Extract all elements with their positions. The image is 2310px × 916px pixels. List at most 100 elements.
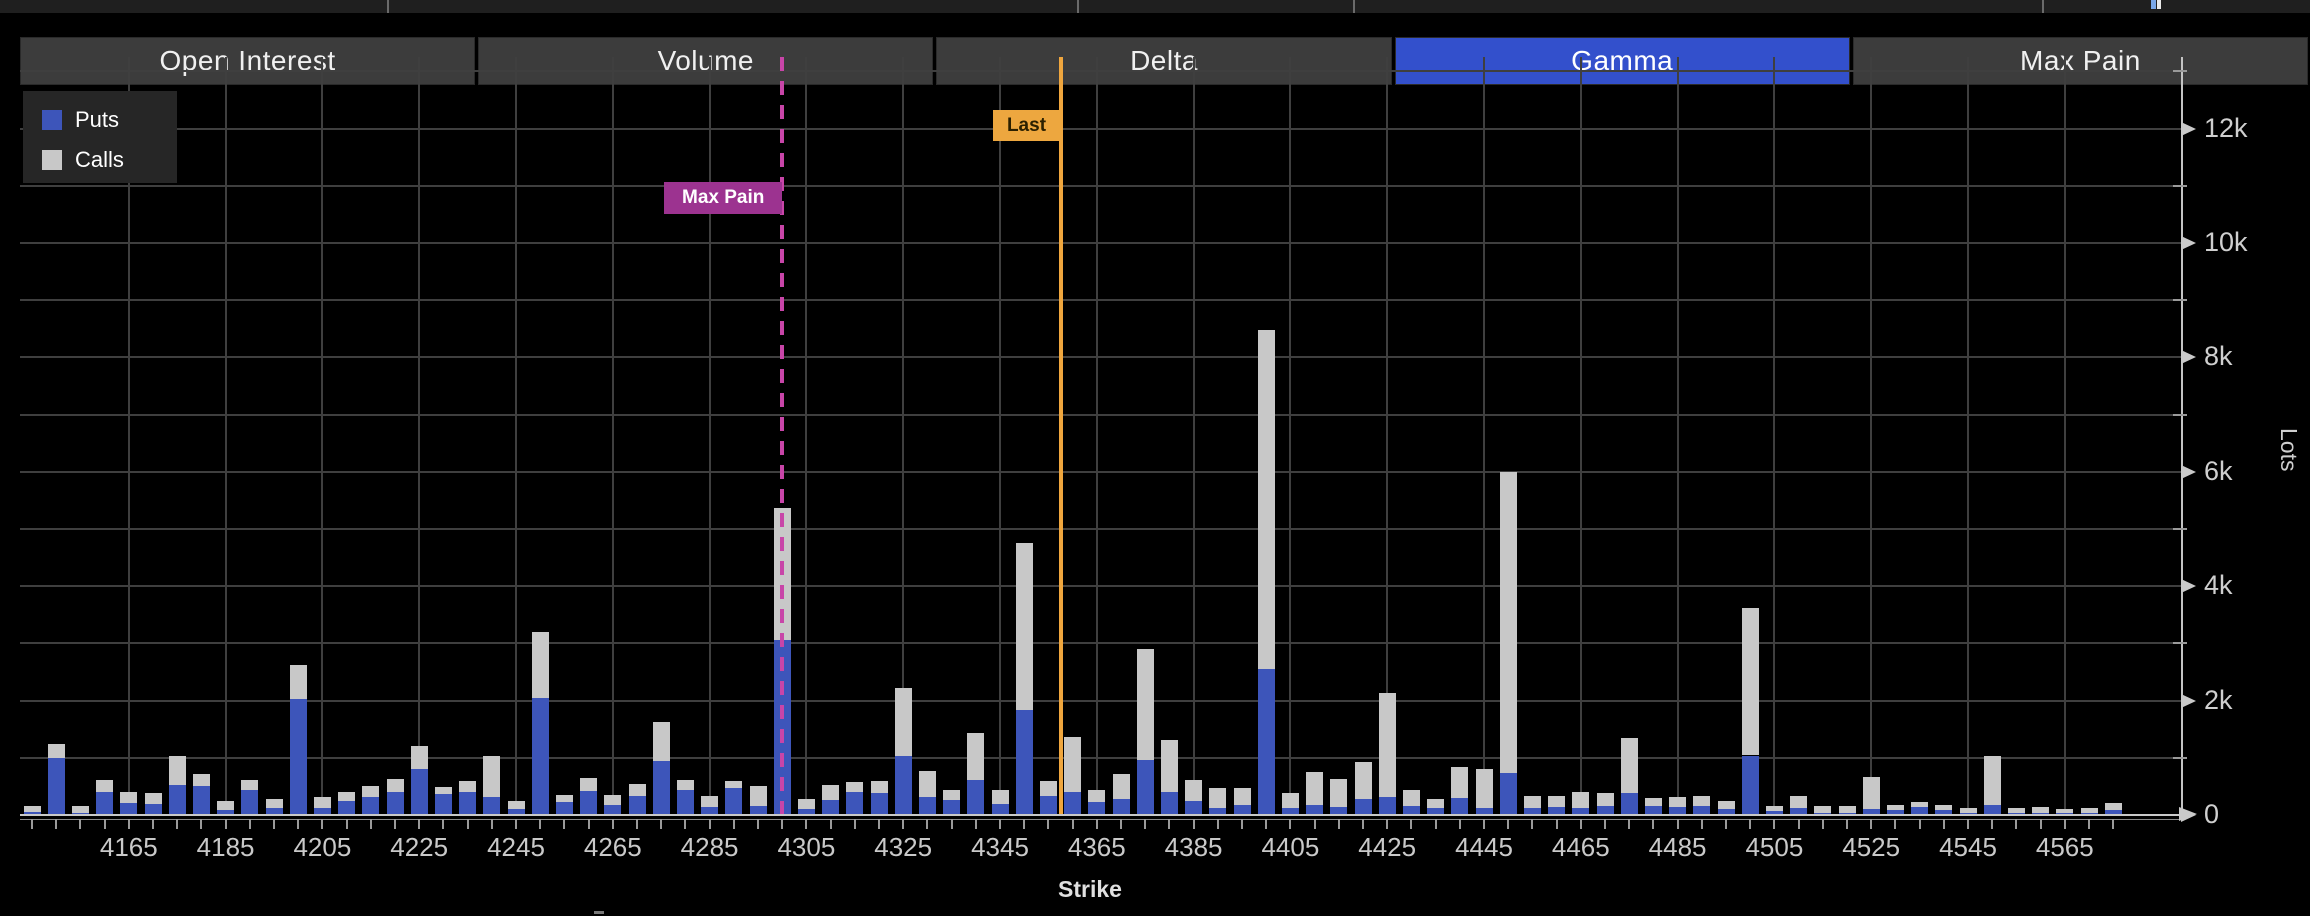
calls-bar-4435: [1427, 798, 1445, 808]
x-axis-line: [20, 814, 2185, 816]
x-tick: [1120, 819, 1122, 829]
calls-bar-4150: [47, 744, 65, 758]
calls-bar-4175: [168, 756, 186, 785]
x-tick: [2063, 819, 2066, 829]
puts-bar-4320: [870, 792, 888, 815]
x-tick: [2015, 819, 2018, 829]
x-tick-label: 4365: [1067, 832, 1126, 862]
calls-bar-4170: [144, 793, 162, 805]
h-gridline: [20, 299, 2181, 302]
x-tick: [853, 819, 856, 829]
calls-bar-4365: [1088, 789, 1106, 802]
calls-bar-4325: [894, 688, 912, 756]
puts-bar-4335: [943, 800, 961, 815]
x-tick: [878, 819, 880, 829]
x-tick: [999, 819, 1001, 829]
x-tick: [79, 819, 82, 829]
x-tick: [2088, 819, 2090, 829]
x-tick: [55, 819, 58, 829]
calls-bar-4255: [555, 794, 573, 803]
calls-bar-4215: [362, 785, 380, 798]
calls-bar-4375: [1136, 649, 1154, 760]
puts-bar-4215: [362, 797, 380, 815]
puts-bar-4220: [386, 791, 404, 815]
calls-bar-4450: [1499, 472, 1517, 773]
x-tick: [611, 819, 614, 829]
puts-bar-4365: [1088, 801, 1106, 815]
calls-bar-4525: [1862, 776, 1880, 810]
x-tick: [1918, 819, 1921, 829]
x-tick: [1652, 819, 1655, 829]
v-gridline: [1095, 57, 1098, 815]
calls-bar-4235: [459, 780, 477, 793]
puts-bar-4260: [580, 790, 598, 815]
v-gridline: [224, 57, 227, 815]
calls-bar-4510: [1790, 795, 1808, 808]
y-tick-label: 8k: [2204, 341, 2233, 372]
calls-bar-4285: [701, 796, 719, 807]
x-tick: [297, 819, 300, 829]
calls-bar-4260: [580, 777, 598, 791]
gamma-chart: Max Pain Last 0 2k 4k 6k 8k 10k 12k 4165 4185 420…: [0, 0, 2310, 916]
x-tick: [2112, 819, 2115, 829]
calls-bar-4535: [1911, 802, 1929, 807]
x-tick: [490, 819, 493, 829]
puts-bar-4150: [47, 757, 65, 815]
calls-bar-4370: [1112, 774, 1130, 799]
x-tick: [1168, 819, 1171, 829]
puts-bar-4425: [1378, 797, 1396, 815]
x-tick: [1192, 819, 1195, 829]
x-tick: [1628, 819, 1631, 829]
calls-bar-4155: [71, 805, 89, 813]
x-tick: [442, 819, 445, 829]
bottom-tick-mark: [594, 911, 604, 914]
x-tick: [1241, 819, 1243, 829]
h-gridline: [20, 356, 2181, 359]
h-gridline: [20, 470, 2181, 473]
calls-bar-4315: [846, 782, 864, 793]
calls-swatch: [42, 150, 62, 170]
x-tick: [1458, 819, 1461, 829]
v-gridline: [1773, 57, 1776, 815]
x-tick: [1749, 819, 1752, 829]
x-tick: [321, 819, 324, 829]
calls-bar-4165: [120, 791, 138, 803]
x-tick: [805, 819, 808, 829]
puts-bar-4360: [1064, 791, 1082, 815]
chart-legend: Puts Calls: [23, 91, 177, 183]
v-gridline: [1967, 57, 1969, 815]
last-price-line: [1058, 57, 1063, 815]
puts-bar-4160: [96, 791, 114, 815]
calls-bar-4335: [943, 789, 961, 801]
calls-bar-4200: [289, 664, 307, 699]
calls-bar-4275: [652, 722, 670, 762]
y-minor-tick: [2173, 184, 2187, 187]
x-tick: [394, 819, 396, 829]
puts-legend-label: Puts: [75, 107, 120, 132]
calls-legend-label: Calls: [75, 147, 124, 172]
calls-bar-4445: [1475, 769, 1493, 808]
puts-bar-4200: [289, 698, 307, 815]
calls-bar-4400: [1257, 329, 1275, 669]
calls-bar-4430: [1402, 789, 1420, 807]
calls-bar-4225: [410, 746, 428, 770]
x-tick: [636, 819, 638, 829]
calls-bar-4330: [918, 770, 936, 797]
calls-bar-4160: [96, 780, 114, 792]
puts-bar-4500: [1741, 755, 1759, 815]
calls-bar-4405: [1281, 793, 1299, 808]
h-gridline: [20, 699, 2181, 702]
x-tick: [31, 819, 33, 829]
x-tick: [539, 819, 542, 829]
x-tick-label: 4205: [293, 832, 352, 862]
x-tick: [684, 819, 687, 829]
x-tick: [1265, 819, 1268, 829]
v-gridline: [708, 57, 711, 815]
y-tick-label: 10k: [2204, 227, 2248, 257]
x-tick: [1047, 819, 1050, 829]
x-tick: [1579, 819, 1582, 829]
calls-bar-4550: [1983, 756, 2001, 805]
calls-bar-4485: [1669, 797, 1687, 807]
calls-bar-4425: [1378, 692, 1396, 798]
h-gridline: [20, 70, 2181, 73]
